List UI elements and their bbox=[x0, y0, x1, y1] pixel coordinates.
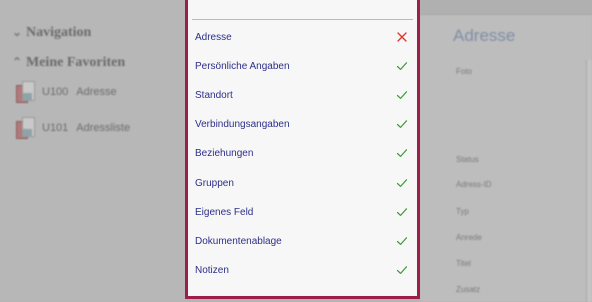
check-icon bbox=[395, 59, 409, 73]
check-icon bbox=[395, 117, 409, 131]
favorites-section-header[interactable]: ⌃ Meine Favoriten bbox=[12, 55, 125, 71]
menu-item-label: Eigenes Feld bbox=[195, 207, 254, 218]
menu-item-eigenes-feld[interactable]: Eigenes Feld bbox=[188, 199, 417, 228]
field-label-titel: Titel bbox=[456, 259, 471, 268]
favorite-code: U101 bbox=[42, 122, 69, 134]
favorite-code: U100 bbox=[42, 86, 69, 98]
menu-item-notizen[interactable]: Notizen bbox=[188, 257, 417, 286]
menu-item-label: Persönliche Angaben bbox=[195, 61, 290, 72]
field-label-adress-id: Adress-ID bbox=[456, 180, 492, 189]
menu-item-label: Notizen bbox=[195, 265, 229, 276]
detail-scrollbar[interactable] bbox=[586, 60, 592, 302]
menu-item-dokumentenablage[interactable]: Dokumentenablage bbox=[188, 228, 417, 257]
sidebar: ⌄ Navigation ⌃ Meine Favoriten U100 Adress… bbox=[0, 0, 186, 302]
navigation-label: Navigation bbox=[26, 25, 92, 40]
favorite-item-u100[interactable]: U100 Adresse bbox=[16, 80, 117, 104]
detail-title: Adresse bbox=[453, 26, 516, 45]
menu-item-label: Standort bbox=[195, 90, 233, 101]
check-icon bbox=[395, 234, 409, 248]
favorite-item-u101[interactable]: U101 Adressliste bbox=[16, 116, 130, 140]
menu-item-label: Beziehungen bbox=[195, 148, 254, 159]
menu-item-adresse[interactable]: Adresse bbox=[188, 24, 417, 53]
favorites-label: Meine Favoriten bbox=[26, 55, 126, 70]
field-label-status: Status bbox=[456, 155, 479, 164]
menu-item-label: Verbindungsangaben bbox=[195, 119, 290, 130]
check-icon bbox=[395, 263, 409, 277]
menu-item-standort[interactable]: Standort bbox=[188, 82, 417, 111]
field-label-zusatz: Zusatz bbox=[456, 285, 481, 294]
menu-item-label: Gruppen bbox=[195, 178, 234, 189]
field-label-anrede: Anrede bbox=[456, 233, 482, 242]
check-icon bbox=[395, 88, 409, 102]
divider bbox=[192, 19, 413, 20]
menu-item-label: Dokumentenablage bbox=[195, 236, 282, 247]
menu-item-persoenliche-angaben[interactable]: Persönliche Angaben bbox=[188, 53, 417, 82]
section-dropdown-panel: Adresse Persönliche Angaben Standort Verbin… bbox=[185, 0, 420, 299]
navigation-section-header[interactable]: ⌄ Navigation bbox=[12, 25, 91, 41]
document-list-icon bbox=[16, 117, 35, 139]
field-label-foto: Foto bbox=[456, 67, 473, 76]
detail-toolbar bbox=[420, 0, 592, 15]
menu-item-verbindungsangaben[interactable]: Verbindungsangaben bbox=[188, 111, 417, 140]
chevron-down-icon: ⌄ bbox=[12, 25, 23, 39]
document-icon bbox=[16, 81, 35, 103]
check-icon bbox=[395, 176, 409, 190]
check-icon bbox=[395, 146, 409, 160]
favorite-label: Adressliste bbox=[76, 122, 131, 134]
menu-item-label: Adresse bbox=[195, 32, 232, 43]
favorite-label: Adresse bbox=[76, 86, 117, 98]
field-label-typ: Typ bbox=[456, 207, 469, 216]
chevron-up-icon: ⌃ bbox=[12, 55, 23, 69]
menu-item-gruppen[interactable]: Gruppen bbox=[188, 170, 417, 199]
check-icon bbox=[395, 205, 409, 219]
x-icon bbox=[395, 30, 409, 44]
menu-item-beziehungen[interactable]: Beziehungen bbox=[188, 140, 417, 169]
